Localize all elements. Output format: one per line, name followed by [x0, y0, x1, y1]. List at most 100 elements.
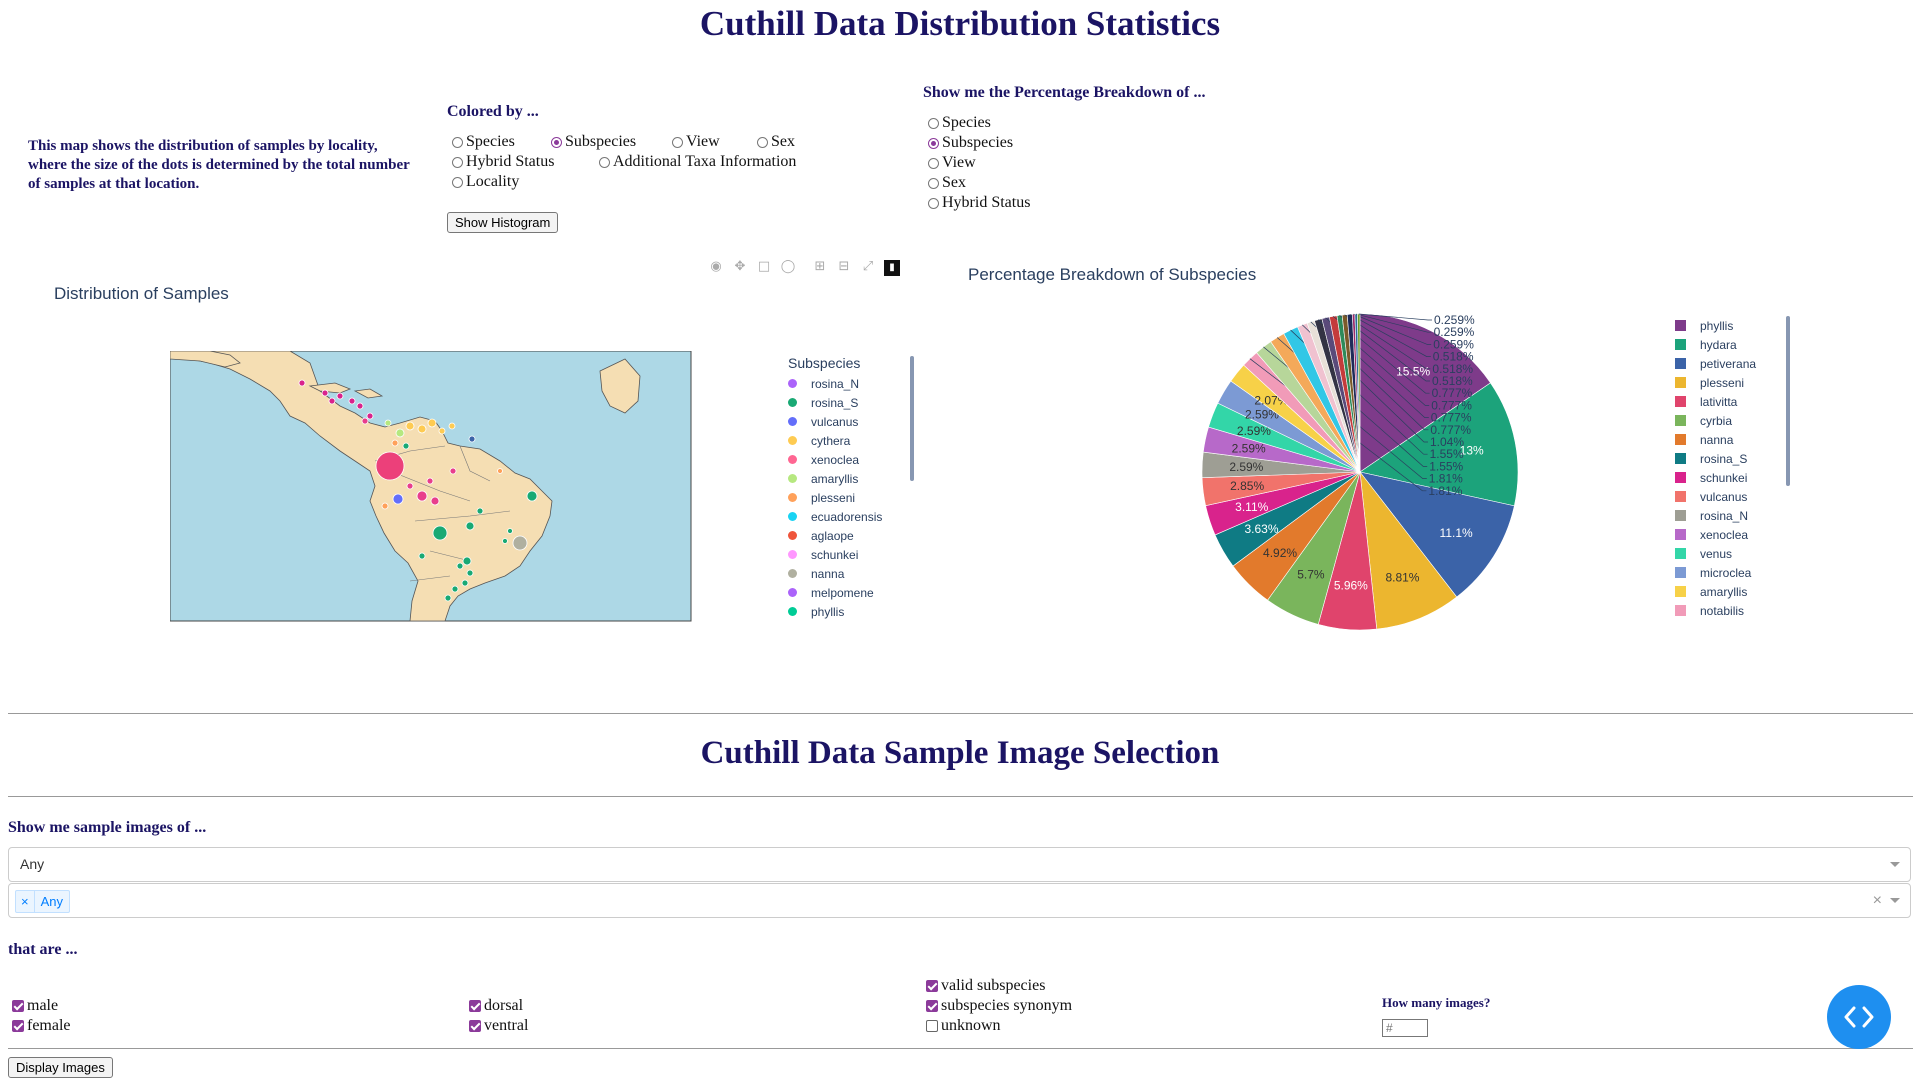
legend-label: cyrbia — [1700, 413, 1733, 428]
pie-legend-item[interactable]: amaryllis — [1665, 582, 1805, 601]
show-histogram-button[interactable]: Show Histogram — [447, 212, 559, 233]
clear-icon[interactable]: × — [1873, 892, 1882, 910]
pie-legend-item[interactable]: petiverana — [1665, 354, 1805, 373]
pie-slice-label: 1.55% — [1429, 459, 1463, 473]
legend-marker — [788, 493, 797, 502]
legend-label: rosina_S — [1700, 451, 1748, 466]
map-legend: Subspecies rosina_N rosina_S vulcanus cythe… — [775, 355, 925, 621]
pie-slice-label: 5.7% — [1297, 568, 1325, 582]
legend-label: nanna — [811, 566, 845, 581]
map-legend-item[interactable]: melpomene — [775, 583, 925, 602]
pie-slice-label: 1.81% — [1429, 472, 1463, 486]
pan-icon[interactable]: ✥ — [732, 259, 748, 275]
breakdown-hybrid-status[interactable]: Hybrid Status — [928, 194, 1030, 212]
colored-by-view[interactable]: View — [672, 133, 720, 151]
multi-chip: × Any — [15, 890, 70, 913]
checkbox-female[interactable]: female — [12, 1017, 71, 1035]
colored-by-locality[interactable]: Locality — [452, 173, 519, 191]
multi-caret-icon[interactable] — [1890, 897, 1900, 903]
zoom-out-icon[interactable]: ⊟ — [836, 259, 852, 275]
map-legend-item[interactable]: plesseni — [775, 488, 925, 507]
breakdown-sex[interactable]: Sex — [928, 174, 966, 192]
map-legend-item[interactable]: ecuadorensis — [775, 507, 925, 526]
colored-by-subspecies[interactable]: Subspecies — [551, 133, 636, 151]
breakdown-view[interactable]: View — [928, 154, 976, 172]
pie-legend-item[interactable]: hydara — [1665, 335, 1805, 354]
legend-swatch — [1675, 548, 1686, 559]
pie-legend-item[interactable]: schunkei — [1665, 468, 1805, 487]
pie-legend-item[interactable]: notabilis — [1665, 601, 1805, 620]
pie-slice-label: 0.518% — [1432, 374, 1473, 388]
plotly-logo-icon[interactable]: ▮ — [884, 260, 900, 276]
legend-label: phyllis — [1700, 318, 1734, 333]
subspecies-dropdown[interactable]: Any — [8, 847, 1911, 882]
lasso-icon[interactable]: ◯ — [780, 259, 796, 275]
pie-slice-label: 1.81% — [1428, 484, 1462, 498]
camera-icon[interactable]: ◉ — [708, 259, 724, 275]
bottom-divider — [8, 1048, 1913, 1049]
checkbox-male[interactable]: male — [12, 997, 58, 1015]
legend-label: rosina_S — [811, 395, 859, 410]
legend-label: rosina_N — [1700, 508, 1749, 523]
map-legend-item[interactable]: vulcanus — [775, 412, 925, 431]
box-select-icon[interactable]: □ — [756, 259, 772, 275]
pie-slice-label: 3.63% — [1244, 522, 1278, 536]
pie-slice-label: 11.1% — [1440, 526, 1473, 540]
colored-by-sex[interactable]: Sex — [757, 133, 795, 151]
legend-swatch — [1675, 586, 1686, 597]
pie-legend-item[interactable]: xenoclea — [1665, 525, 1805, 544]
checkbox-valid-subspecies[interactable]: valid subspecies — [926, 977, 1045, 995]
checkbox-unknown[interactable]: unknown — [926, 1017, 1001, 1035]
map-legend-item[interactable]: amaryllis — [775, 469, 925, 488]
map-plot[interactable] — [170, 351, 692, 622]
colored-by-additional-taxa[interactable]: Additional Taxa Information — [599, 153, 796, 171]
map-legend-scrollbar[interactable] — [910, 356, 914, 481]
map-legend-item[interactable]: phyllis — [775, 602, 925, 621]
legend-swatch — [1675, 453, 1686, 464]
pie-chart[interactable]: 15.5%13%11.1%8.81%5.96%5.7%4.92%3.63%3.1… — [1170, 280, 1590, 650]
legend-label: venus — [1700, 546, 1733, 561]
code-toggle-button[interactable] — [1827, 985, 1891, 1049]
map-legend-item[interactable]: schunkei — [775, 545, 925, 564]
breakdown-species[interactable]: Species — [928, 114, 991, 132]
autoscale-icon[interactable]: ⤢ — [860, 259, 876, 275]
pie-legend-scrollbar[interactable] — [1786, 316, 1790, 486]
legend-marker — [788, 379, 797, 388]
legend-label: melpomene — [811, 585, 874, 600]
zoom-in-icon[interactable]: ⊞ — [812, 259, 828, 275]
legend-label: xenoclea — [1700, 527, 1749, 542]
legend-swatch — [1675, 529, 1686, 540]
pie-legend-item[interactable]: lativitta — [1665, 392, 1805, 411]
pie-legend-item[interactable]: rosina_S — [1665, 449, 1805, 468]
pie-legend-item[interactable]: vulcanus — [1665, 487, 1805, 506]
pie-slice-label: 0.259% — [1433, 337, 1474, 351]
map-legend-item[interactable]: nanna — [775, 564, 925, 583]
dropdown-caret-icon[interactable] — [1890, 861, 1900, 867]
map-legend-item[interactable]: xenoclea — [775, 450, 925, 469]
pie-legend-item[interactable]: plesseni — [1665, 373, 1805, 392]
how-many-input[interactable] — [1382, 1019, 1428, 1037]
legend-swatch — [1675, 567, 1686, 578]
map-legend-item[interactable]: aglaope — [775, 526, 925, 545]
pie-legend-item[interactable]: microclea — [1665, 563, 1805, 582]
pie-legend-item[interactable]: nanna — [1665, 430, 1805, 449]
multi-select[interactable]: × Any × — [8, 883, 1911, 918]
pie-legend-item[interactable]: rosina_N — [1665, 506, 1805, 525]
checkbox-dorsal[interactable]: dorsal — [469, 997, 523, 1015]
pie-legend-item[interactable]: venus — [1665, 544, 1805, 563]
pie-legend-item[interactable]: cyrbia — [1665, 411, 1805, 430]
map-legend-item[interactable]: rosina_N — [775, 374, 925, 393]
checkbox-ventral[interactable]: ventral — [469, 1017, 528, 1035]
colored-by-species[interactable]: Species — [452, 133, 515, 151]
pie-slice-label: 3.11% — [1235, 500, 1268, 514]
breakdown-subspecies[interactable]: Subspecies — [928, 134, 1013, 152]
chip-remove-icon[interactable]: × — [16, 891, 35, 912]
map-legend-item[interactable]: cythera — [775, 431, 925, 450]
checkbox-subspecies-synonym[interactable]: subspecies synonym — [926, 997, 1072, 1015]
colored-by-hybrid-status[interactable]: Hybrid Status — [452, 153, 554, 171]
display-images-button[interactable]: Display Images — [8, 1057, 113, 1078]
legend-label: amaryllis — [1700, 584, 1748, 599]
pie-legend-item[interactable]: phyllis — [1665, 316, 1805, 335]
map-legend-item[interactable]: rosina_S — [775, 393, 925, 412]
pie-slice-label: 4.92% — [1263, 546, 1297, 560]
